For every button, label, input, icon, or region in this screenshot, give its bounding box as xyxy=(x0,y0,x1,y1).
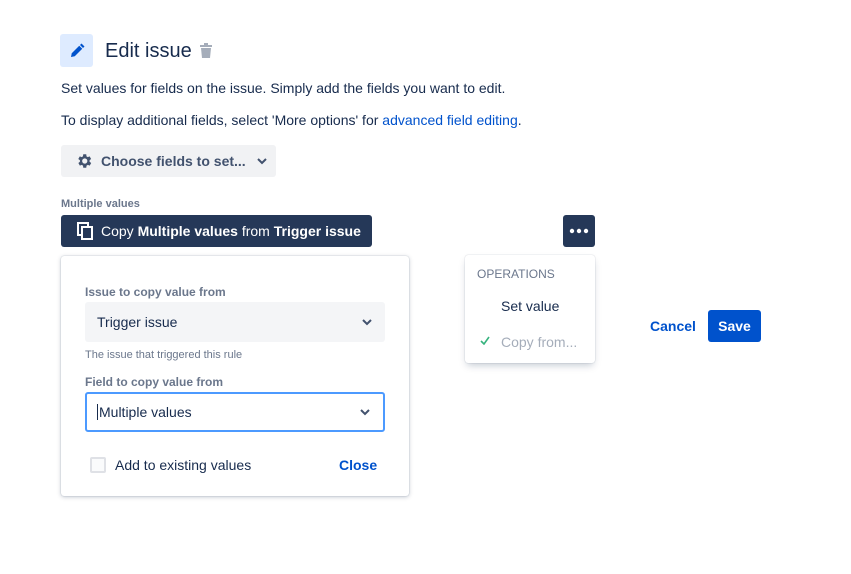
chevron-down-icon xyxy=(360,409,370,416)
menu-item-set-value[interactable]: Set value xyxy=(501,298,559,314)
more-options-button[interactable] xyxy=(563,215,595,247)
chevron-down-icon xyxy=(362,319,372,326)
copy-source: Trigger issue xyxy=(273,223,361,239)
chevron-down-icon xyxy=(256,158,267,165)
choose-fields-label: Choose fields to set... xyxy=(101,153,246,169)
copy-field-name: Multiple values xyxy=(137,223,238,239)
description-prefix: To display additional fields, select 'Mo… xyxy=(61,112,383,128)
copy-prefix: Copy xyxy=(101,223,138,239)
menu-item-copy-from[interactable]: Copy from... xyxy=(501,334,577,350)
gear-icon xyxy=(78,154,92,168)
issue-source-label: Issue to copy value from xyxy=(85,285,226,299)
issue-source-helper: The issue that triggered this rule xyxy=(85,349,243,361)
copy-middle: from xyxy=(237,223,274,239)
description-suffix: . xyxy=(517,112,522,128)
issue-source-value: Trigger issue xyxy=(97,314,178,330)
checkmark-icon xyxy=(480,336,490,345)
copy-field-button[interactable]: Copy Multiple values from Trigger issue xyxy=(61,215,372,247)
description-line-2: To display additional fields, select 'Mo… xyxy=(61,112,522,128)
issue-source-select[interactable]: Trigger issue xyxy=(85,302,385,342)
copy-icon xyxy=(77,222,93,240)
page-title: Edit issue xyxy=(105,40,192,62)
add-existing-row[interactable]: Add to existing values xyxy=(90,457,251,473)
operations-menu: OPERATIONS Set value Copy from... xyxy=(465,255,595,363)
save-button[interactable]: Save xyxy=(708,310,761,342)
copy-from-panel: Issue to copy value from Trigger issue T… xyxy=(61,256,409,496)
close-panel-link[interactable]: Close xyxy=(339,457,377,473)
pencil-icon xyxy=(70,43,84,57)
field-source-label: Field to copy value from xyxy=(85,375,224,389)
field-label: Multiple values xyxy=(61,198,140,210)
trash-icon[interactable] xyxy=(199,43,213,64)
field-source-select[interactable]: Multiple values xyxy=(85,392,385,432)
field-source-value: Multiple values xyxy=(97,404,192,420)
description-line-1: Set values for fields on the issue. Simp… xyxy=(61,80,506,96)
more-horizontal-icon xyxy=(569,228,589,234)
advanced-field-editing-link[interactable]: advanced field editing xyxy=(382,112,517,128)
choose-fields-button[interactable]: Choose fields to set... xyxy=(61,145,276,177)
edit-issue-icon-tile xyxy=(60,34,93,67)
operations-heading: OPERATIONS xyxy=(477,267,555,281)
add-existing-label: Add to existing values xyxy=(115,457,252,473)
add-existing-checkbox[interactable] xyxy=(90,457,106,473)
cancel-button[interactable]: Cancel xyxy=(650,318,696,334)
